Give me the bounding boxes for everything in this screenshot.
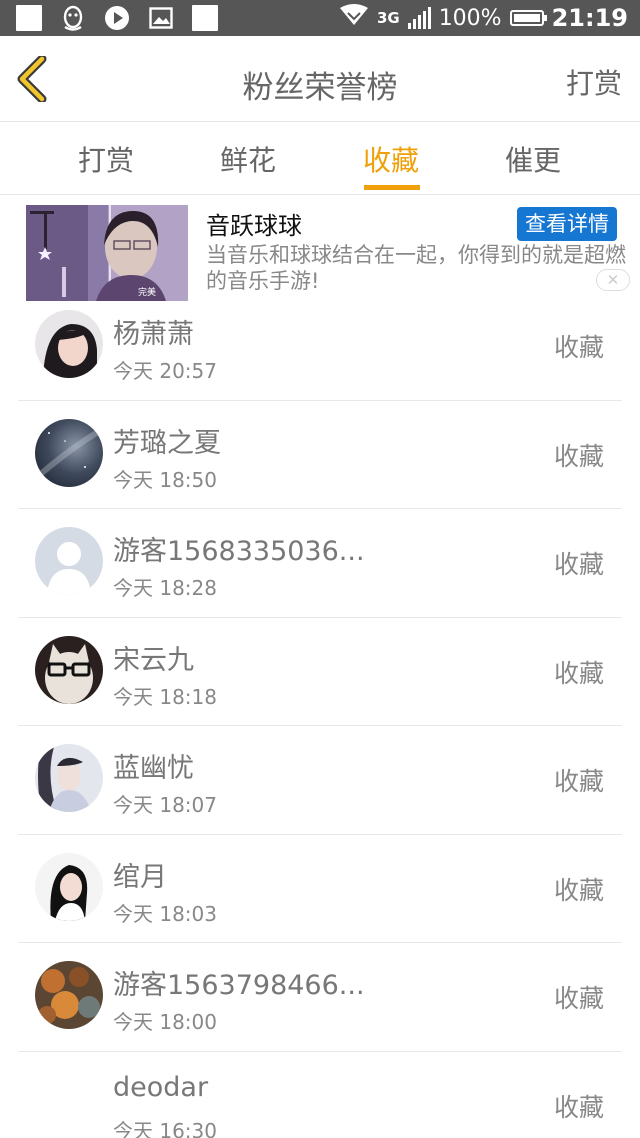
status-bar: 3G 100% 21:19	[0, 0, 640, 36]
timestamp: 今天 18:00	[113, 1010, 217, 1034]
timestamp: 今天 20:57	[113, 359, 217, 383]
battery-percent: 100%	[438, 5, 502, 31]
timestamp: 今天 18:50	[113, 467, 217, 492]
ad-banner[interactable]: 完美 音跃球球 查看详情 当音乐和球球结合在一起，你得到的就是超燃的音乐手游! …	[0, 196, 640, 304]
avatar[interactable]	[35, 418, 103, 487]
user-name: 芳璐之夏	[113, 427, 221, 459]
user-name: 杨萧萧	[113, 319, 194, 350]
action-label: 收藏	[553, 333, 604, 362]
signal-icon	[407, 7, 431, 29]
close-icon[interactable]: ✕	[596, 269, 630, 291]
list-item[interactable]: deodar 今天 16:30 收藏	[18, 1052, 622, 1138]
timestamp: 今天 16:30	[113, 1118, 217, 1138]
favorites-list: 杨萧萧 今天 20:57 收藏 芳璐之夏 今天 18:50 收藏 游客15683…	[0, 292, 640, 1138]
ad-image[interactable]: 完美	[26, 205, 188, 301]
ad-thumbnail: 完美	[26, 205, 188, 301]
user-name: 绾月	[113, 861, 167, 893]
timestamp: 今天 18:18	[113, 684, 217, 709]
avatar[interactable]	[35, 744, 103, 812]
page-title: 粉丝荣誉榜	[242, 70, 398, 106]
wifi-icon	[339, 4, 369, 32]
qq-icon	[60, 5, 86, 31]
user-name: deodar	[113, 1071, 209, 1103]
image-icon	[148, 5, 174, 31]
notification-icons	[16, 5, 218, 31]
notification-square-icon	[192, 5, 218, 31]
list-item[interactable]: 杨萧萧 今天 20:57 收藏	[18, 292, 622, 401]
avatar[interactable]	[35, 961, 103, 1029]
play-icon	[104, 5, 130, 31]
notification-square-icon	[16, 5, 42, 31]
action-label: 收藏	[553, 1092, 604, 1122]
action-label: 收藏	[553, 441, 604, 471]
list-item[interactable]: 蓝幽忧 今天 18:07 收藏	[18, 726, 622, 835]
app-header: 粉丝荣誉榜 打赏	[0, 36, 640, 122]
action-label: 收藏	[553, 550, 604, 579]
action-label: 收藏	[553, 767, 604, 796]
default-avatar-icon[interactable]	[35, 527, 103, 595]
clock: 21:19	[551, 4, 628, 32]
avatar[interactable]	[35, 1069, 103, 1138]
user-name: 游客1568335036...	[113, 536, 365, 567]
tab-flowers[interactable]: 鲜花	[198, 139, 298, 179]
ad-title[interactable]: 音跃球球	[206, 206, 302, 241]
avatar[interactable]	[35, 635, 103, 704]
ad-details-button[interactable]: 查看详情	[517, 207, 617, 241]
list-item[interactable]: 宋云九 今天 18:18 收藏	[18, 618, 622, 726]
system-indicators: 3G 100% 21:19	[339, 0, 628, 36]
tab-favorites[interactable]: 收藏	[341, 139, 441, 179]
avatar[interactable]	[35, 310, 103, 378]
list-item[interactable]: 游客1563798466... 今天 18:00 收藏	[18, 943, 622, 1052]
list-item[interactable]: 绾月 今天 18:03 收藏	[18, 835, 622, 943]
network-type: 3G	[376, 9, 400, 27]
tab-urge-update[interactable]: 催更	[483, 139, 583, 179]
timestamp: 今天 18:07	[113, 793, 217, 817]
avatar[interactable]	[35, 852, 103, 921]
action-label: 收藏	[553, 984, 604, 1013]
battery-icon	[509, 10, 547, 26]
action-label: 收藏	[553, 875, 604, 905]
tab-tip[interactable]: 打赏	[56, 139, 156, 179]
active-tab-indicator	[364, 185, 420, 190]
tip-button[interactable]: 打赏	[566, 62, 622, 102]
tab-bar: 打赏 鲜花 收藏 催更	[0, 123, 640, 195]
user-name: 游客1563798466...	[113, 970, 365, 1001]
timestamp: 今天 18:03	[113, 901, 217, 926]
list-item[interactable]: 游客1568335036... 今天 18:28 收藏	[18, 509, 622, 618]
action-label: 收藏	[553, 658, 604, 688]
user-name: 蓝幽忧	[113, 753, 194, 784]
list-item[interactable]: 芳璐之夏 今天 18:50 收藏	[18, 401, 622, 509]
timestamp: 今天 18:28	[113, 576, 217, 600]
user-name: 宋云九	[113, 644, 194, 676]
ad-description: 当音乐和球球结合在一起，你得到的就是超燃的音乐手游!	[206, 243, 626, 293]
